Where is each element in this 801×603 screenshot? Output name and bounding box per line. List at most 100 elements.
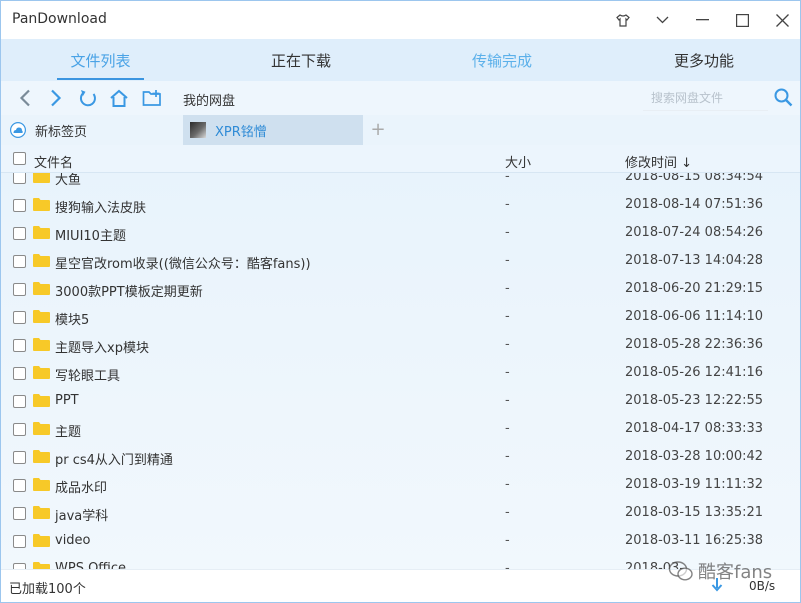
subtab-new[interactable]: 新标签页: [1, 115, 182, 145]
app-window: PanDownload 文件列表 正在下载 传输完成 更多功能 我的网盘 搜索网…: [0, 0, 801, 603]
file-name: 成品水印: [55, 481, 108, 496]
add-tab-button[interactable]: +: [366, 119, 390, 141]
header-modified[interactable]: 修改时间 ↓: [625, 152, 692, 171]
row-checkbox[interactable]: [13, 311, 26, 324]
table-row[interactable]: 模块5 - 2018-06-06 11:14:10: [1, 303, 800, 331]
folder-icon: [33, 198, 50, 211]
table-row[interactable]: MIUI10主题 - 2018-07-24 08:54:26: [1, 219, 800, 247]
minimize-button[interactable]: [682, 1, 722, 39]
table-row[interactable]: 星空官改rom收录((微信公众号：酷客fans)) - 2018-07-13 14:…: [1, 247, 800, 275]
table-row[interactable]: 成品水印 - 2018-03-19 11:11:32: [1, 471, 800, 499]
file-size: -: [505, 477, 510, 492]
file-table: 大鱼 -2018-08-15 08:34:54 搜狗输入法皮肤 -2018-08-14…: [1, 145, 800, 569]
maximize-icon: [735, 13, 749, 27]
table-row[interactable]: 3000款PPT模板定期更新 - 2018-06-20 21:29:15: [1, 275, 800, 303]
file-size: -: [505, 309, 510, 324]
file-name: PPT: [55, 393, 79, 408]
search-button[interactable]: [771, 85, 795, 109]
file-modified: 2018-07-24 08:54:26: [625, 225, 764, 240]
folder-icon: [33, 422, 50, 435]
tab-completed[interactable]: 传输完成: [458, 39, 546, 81]
new-folder-button[interactable]: [139, 86, 165, 110]
row-checkbox[interactable]: [13, 255, 26, 268]
table-row[interactable]: 主题导入xp模块 - 2018-05-28 22:36:36: [1, 331, 800, 359]
file-size: -: [505, 365, 510, 380]
table-row[interactable]: 写轮眼工具 - 2018-05-26 12:41:16: [1, 359, 800, 387]
table-row[interactable]: 搜狗输入法皮肤 - 2018-08-14 07:51:36: [1, 191, 800, 219]
tab-more[interactable]: 更多功能: [660, 39, 748, 81]
header-name[interactable]: 文件名: [34, 152, 73, 171]
title-bar: PanDownload: [1, 1, 800, 39]
file-name: 模块5: [55, 313, 90, 328]
loaded-count: 已加载100个: [9, 582, 86, 597]
table-row[interactable]: java学科 - 2018-03-15 13:35:21: [1, 499, 800, 527]
tab-label: 传输完成: [471, 51, 532, 70]
subtab-xpr[interactable]: XPR铭憎: [183, 115, 363, 145]
row-checkbox[interactable]: [13, 507, 26, 520]
avatar-thumb: [190, 122, 206, 138]
row-checkbox[interactable]: [13, 199, 26, 212]
forward-arrow-icon: [51, 89, 62, 107]
row-checkbox[interactable]: [13, 227, 26, 240]
sort-indicator: ↓: [681, 156, 693, 171]
skin-button[interactable]: [603, 1, 643, 39]
file-size: -: [505, 393, 510, 408]
file-size: -: [505, 505, 510, 520]
menu-dropdown-button[interactable]: [642, 1, 682, 39]
file-modified: 2018-08-14 07:51:36: [625, 197, 764, 212]
close-button[interactable]: [762, 1, 800, 39]
file-modified: 2018-04-17 08:33:33: [625, 421, 764, 436]
file-name: 主题导入xp模块: [55, 341, 149, 356]
tab-label: 正在下载: [270, 51, 331, 70]
chevron-down-icon: [656, 16, 668, 24]
folder-icon: [33, 282, 50, 295]
table-row[interactable]: video - 2018-03-11 16:25:38: [1, 527, 800, 555]
folder-icon: [33, 562, 50, 569]
file-modified: 2018-07-13 14:04:28: [625, 253, 764, 268]
file-name: 搜狗输入法皮肤: [55, 201, 147, 216]
maximize-button[interactable]: [722, 1, 762, 39]
table-row[interactable]: pr cs4从入门到精通 - 2018-03-28 10:00:42: [1, 443, 800, 471]
folder-icon: [33, 506, 50, 519]
refresh-button[interactable]: [75, 86, 101, 110]
table-row[interactable]: 主题 - 2018-04-17 08:33:33: [1, 415, 800, 443]
row-checkbox[interactable]: [13, 339, 26, 352]
watermark: 酷客fans: [668, 558, 772, 584]
refresh-icon: [79, 90, 96, 107]
row-checkbox[interactable]: [13, 283, 26, 296]
file-size: -: [505, 561, 510, 569]
file-name: MIUI10主题: [55, 229, 126, 244]
header-modified-label: 修改时间: [625, 156, 678, 171]
back-button[interactable]: [12, 86, 38, 110]
row-checkbox[interactable]: [13, 451, 26, 464]
folder-icon: [33, 310, 50, 323]
file-rows: 大鱼 -2018-08-15 08:34:54 搜狗输入法皮肤 -2018-08-14…: [1, 163, 800, 569]
row-checkbox[interactable]: [13, 395, 26, 408]
current-path: 我的网盘: [183, 94, 236, 109]
file-name: video: [55, 533, 91, 548]
file-modified: 2018-03-11 16:25:38: [625, 533, 764, 548]
tab-label: 更多功能: [673, 51, 734, 70]
row-checkbox[interactable]: [13, 479, 26, 492]
file-size: -: [505, 337, 510, 352]
search-input[interactable]: [643, 85, 768, 111]
home-button[interactable]: [106, 86, 132, 110]
forward-button[interactable]: [43, 86, 69, 110]
select-all-checkbox[interactable]: [13, 152, 26, 165]
table-row[interactable]: PPT - 2018-05-23 12:22:55: [1, 387, 800, 415]
scrollbar[interactable]: [795, 173, 799, 569]
row-checkbox[interactable]: [13, 535, 26, 548]
cloud-icon: [10, 122, 26, 138]
row-checkbox[interactable]: [13, 423, 26, 436]
file-size: -: [505, 533, 510, 548]
file-name: 写轮眼工具: [55, 369, 121, 384]
subtab-label: 新标签页: [35, 124, 88, 140]
tab-file-list[interactable]: 文件列表: [57, 39, 144, 81]
file-modified: 2018-03-19 11:11:32: [625, 477, 764, 492]
header-size[interactable]: 大小: [505, 152, 531, 171]
row-checkbox[interactable]: [13, 367, 26, 380]
tab-downloading[interactable]: 正在下载: [257, 39, 345, 81]
file-modified: 2018-03-28 10:00:42: [625, 449, 764, 464]
file-modified: 2018-05-28 22:36:36: [625, 337, 764, 352]
main-tabs: 文件列表 正在下载 传输完成 更多功能: [1, 39, 800, 81]
